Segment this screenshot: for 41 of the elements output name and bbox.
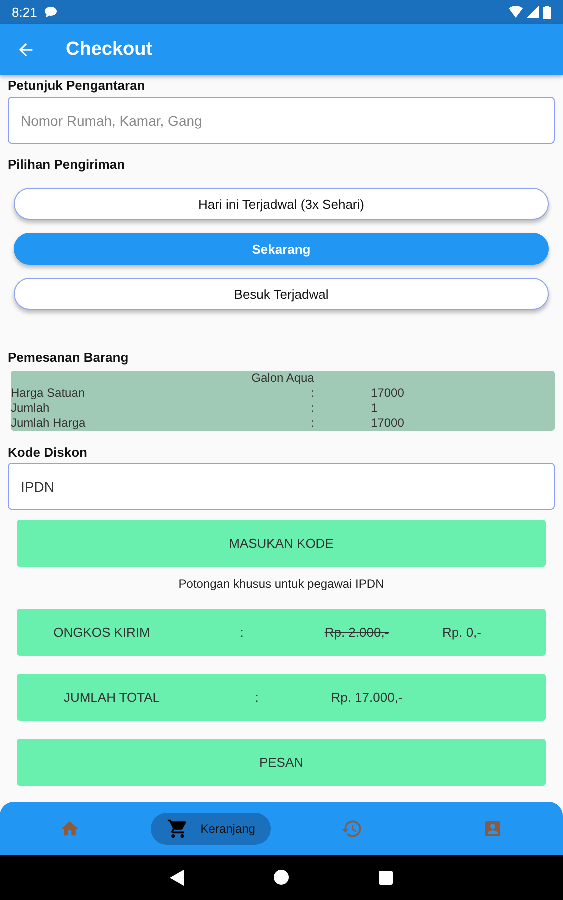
account-icon (482, 818, 503, 838)
order-value: 17000 (371, 416, 406, 431)
back-nav-icon[interactable] (170, 870, 184, 886)
delivery-option-button[interactable]: Hari ini Terjadwal (3x Sehari) (14, 188, 549, 220)
old-price: Rp. 2.000,- (324, 625, 390, 640)
delivery-note-field[interactable]: Nomor Rumah, Kamar, Gang (8, 97, 555, 144)
colon-separator: : (311, 416, 316, 431)
section-label: Pilihan Pengiriman (8, 157, 126, 172)
order-label: Jumlah Harga (11, 416, 87, 431)
colon-separator: : (311, 401, 316, 416)
discount-note: Potongan khusus untuk pegawai IPDN (178, 577, 386, 591)
signal-icon (527, 6, 539, 18)
colon-separator: : (254, 690, 260, 705)
order-label: Harga Satuan (11, 386, 86, 401)
section-label: Petunjuk Pengantaran (8, 78, 146, 93)
status-time: 8:21 (12, 4, 38, 20)
discount-code-field[interactable]: IPDN (8, 463, 555, 510)
order-value: 17000 (371, 386, 406, 401)
wifi-icon (509, 6, 523, 18)
order-button[interactable]: PESAN (17, 739, 546, 786)
recents-nav-icon[interactable] (379, 870, 393, 884)
order-label: Jumlah (11, 401, 51, 416)
product-name: Galon Aqua (250, 371, 316, 386)
total-label: JUMLAH TOTAL (62, 690, 162, 705)
home-icon (60, 818, 80, 838)
delivery-option-button[interactable]: Besuk Terjadwal (14, 278, 549, 310)
shipping-cost-label: ONGKOS KIRIM (52, 625, 152, 640)
chat-icon (45, 6, 58, 18)
enter-code-button[interactable]: MASUKAN KODE (17, 520, 546, 567)
order-value: 1 (371, 401, 379, 416)
price: Rp. 0,- (441, 625, 482, 640)
total-price: Rp. 17.000,- (330, 690, 404, 705)
battery-icon (543, 6, 551, 18)
colon-separator: : (311, 386, 316, 401)
colon-separator: : (239, 625, 245, 640)
nav-tab[interactable]: Keranjang (150, 812, 272, 844)
cart-icon (166, 818, 189, 840)
home-nav-icon[interactable] (274, 870, 289, 885)
section-label: Kode Diskon (8, 445, 88, 460)
section-label: Pemesanan Barang (8, 350, 130, 365)
page-title: Checkout (66, 38, 153, 60)
